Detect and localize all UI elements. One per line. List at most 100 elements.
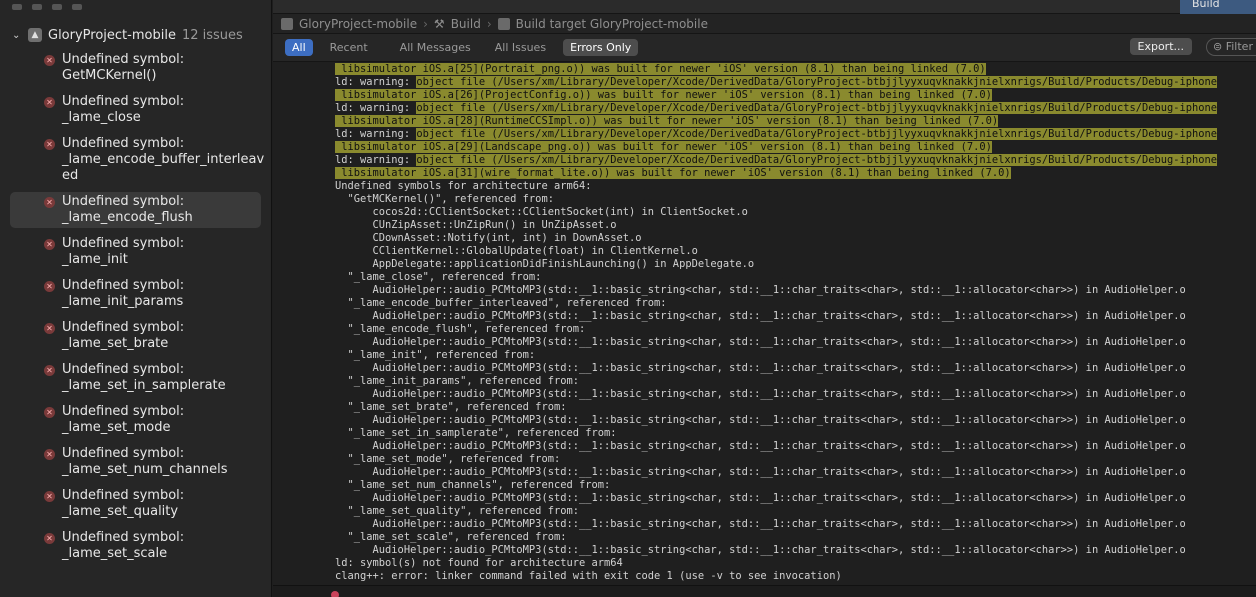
next-issue-strip bbox=[273, 585, 1256, 597]
build-log[interactable]: libsimulator iOS.a[25](Portrait_png.o)) … bbox=[273, 63, 1256, 585]
log-line: libsimulator iOS.a[26](ProjectConfig.o))… bbox=[335, 89, 1256, 102]
log-line: CDownAsset::Notify(int, int) in DownAsse… bbox=[335, 232, 1256, 245]
log-line: clang++: error: linker command failed wi… bbox=[335, 570, 1256, 583]
log-text: AudioHelper::audio_PCMtoMP3(std::__1::ba… bbox=[335, 518, 1186, 530]
issue-label: Undefined symbol: _lame_init bbox=[52, 236, 253, 268]
issue-label-line: Undefined symbol: bbox=[62, 278, 185, 293]
log-line: ld: symbol(s) not found for architecture… bbox=[335, 557, 1256, 570]
issue-label-line: _lame_set_brate bbox=[62, 336, 169, 351]
issue-item[interactable]: ✕ Undefined symbol: _lame_set_quality bbox=[10, 486, 261, 522]
issue-label-line: Undefined symbol: bbox=[62, 362, 185, 377]
log-highlight: object file (/Users/xm/Library/Developer… bbox=[416, 154, 1218, 166]
breadcrumb-build[interactable]: Build bbox=[451, 17, 481, 31]
issue-list: ✕ Undefined symbol: GetMCKernel() ✕ Undefine… bbox=[0, 50, 271, 564]
issue-label-line: _lame_set_num_channels bbox=[62, 462, 228, 477]
error-x-icon: ✕ bbox=[44, 491, 55, 502]
log-text: "_lame_encode_flush", referenced from: bbox=[335, 323, 586, 335]
error-x-icon: ✕ bbox=[44, 55, 55, 66]
log-line: AudioHelper::audio_PCMtoMP3(std::__1::ba… bbox=[335, 466, 1256, 479]
issue-item[interactable]: ✕ Undefined symbol: _lame_set_num_channels bbox=[10, 444, 261, 480]
issue-item[interactable]: ✕ Undefined symbol: _lame_close bbox=[10, 92, 261, 128]
log-text: AudioHelper::audio_PCMtoMP3(std::__1::ba… bbox=[335, 284, 1186, 296]
log-text: libsimulator iOS.a[25](Portrait_png.o)) … bbox=[335, 63, 986, 75]
issue-label-line: Undefined symbol: bbox=[62, 320, 185, 335]
issue-label-line: _lame_encode_buffer_interleav bbox=[62, 152, 265, 167]
filter-input[interactable]: ⊜ Filter bbox=[1206, 38, 1256, 56]
log-line: AppDelegate::applicationDidFinishLaunchi… bbox=[335, 258, 1256, 271]
log-line: "_lame_set_quality", referenced from: bbox=[335, 505, 1256, 518]
log-line: AudioHelper::audio_PCMtoMP3(std::__1::ba… bbox=[335, 544, 1256, 557]
issue-label-line: Undefined symbol: bbox=[62, 94, 185, 109]
log-text: AudioHelper::audio_PCMtoMP3(std::__1::ba… bbox=[335, 336, 1186, 348]
error-x-icon: ✕ bbox=[44, 365, 55, 376]
navigator-tool-icon[interactable] bbox=[72, 4, 82, 10]
log-line: "_lame_encode_flush", referenced from: bbox=[335, 323, 1256, 336]
error-x-icon: ✕ bbox=[44, 323, 55, 334]
issue-item[interactable]: ✕ Undefined symbol: _lame_encode_buffer_in… bbox=[10, 134, 264, 186]
filter-recent-button[interactable]: Recent bbox=[323, 39, 375, 56]
project-icon: ▲ bbox=[28, 28, 42, 42]
breadcrumb-separator: › bbox=[423, 16, 428, 31]
log-text: AudioHelper::audio_PCMtoMP3(std::__1::ba… bbox=[335, 310, 1186, 322]
target-icon bbox=[497, 17, 510, 30]
issue-item[interactable]: ✕ Undefined symbol: _lame_set_mode bbox=[10, 402, 261, 438]
log-text: AudioHelper::audio_PCMtoMP3(std::__1::ba… bbox=[335, 362, 1186, 374]
tab-build-active[interactable]: Build bbox=[1180, 0, 1256, 14]
log-line: ld: warning: object file (/Users/xm/Libr… bbox=[335, 76, 1256, 89]
log-text: CClientKernel::GlobalUpdate(float) in Cl… bbox=[335, 245, 698, 257]
log-text: libsimulator iOS.a[28](RuntimeCCSImpl.o)… bbox=[335, 115, 999, 127]
issue-navigator: ⌄ ▲ GloryProject-mobile 12 issues ✕ Undef… bbox=[0, 0, 272, 597]
project-name: GloryProject-mobile bbox=[48, 27, 176, 43]
issue-label: Undefined symbol: _lame_encode_flush bbox=[52, 194, 193, 226]
error-x-icon: ✕ bbox=[44, 239, 55, 250]
log-line: libsimulator iOS.a[31](wire_format_lite.… bbox=[335, 167, 1256, 180]
issue-item[interactable]: ✕ Undefined symbol: _lame_set_in_samplerat… bbox=[10, 360, 261, 396]
breadcrumb-project[interactable]: GloryProject-mobile bbox=[299, 17, 417, 31]
issue-item[interactable]: ✕ Undefined symbol: _lame_init_params bbox=[10, 276, 261, 312]
filter-all-button[interactable]: All bbox=[285, 39, 313, 56]
navigator-tool-icon[interactable] bbox=[12, 4, 22, 10]
log-text: "_lame_encode_buffer_interleaved", refer… bbox=[335, 297, 667, 309]
log-text: "GetMCKernel()", referenced from: bbox=[335, 193, 554, 205]
issue-label: Undefined symbol: _lame_set_in_samplerate bbox=[52, 362, 226, 394]
issue-item[interactable]: ✕ Undefined symbol: _lame_set_scale bbox=[10, 528, 261, 564]
issue-item[interactable]: ✕ Undefined symbol: _lame_encode_flush bbox=[10, 192, 261, 228]
issue-label: Undefined symbol: _lame_encode_buffer_int… bbox=[52, 136, 264, 184]
log-text: "_lame_set_quality", referenced from: bbox=[335, 505, 579, 517]
navigator-tool-icon[interactable] bbox=[32, 4, 42, 10]
breadcrumb-separator: › bbox=[486, 16, 492, 31]
export-button[interactable]: Export... bbox=[1129, 38, 1192, 55]
log-text: libsimulator iOS.a[29](Landscape_png.o))… bbox=[335, 141, 992, 153]
issue-label-line: _lame_encode_flush bbox=[62, 210, 193, 225]
log-line: AudioHelper::audio_PCMtoMP3(std::__1::ba… bbox=[335, 492, 1256, 505]
project-row[interactable]: ⌄ ▲ GloryProject-mobile 12 issues bbox=[0, 24, 271, 46]
filter-all-issues-button[interactable]: All Issues bbox=[488, 39, 553, 56]
issue-label-line: _lame_set_in_samplerate bbox=[62, 378, 226, 393]
log-text: "_lame_set_in_samplerate", referenced fr… bbox=[335, 427, 617, 439]
filter-errors-only-button[interactable]: Errors Only bbox=[563, 39, 639, 56]
issue-item[interactable]: ✕ Undefined symbol: _lame_set_brate bbox=[10, 318, 261, 354]
breadcrumb-target[interactable]: Build target GloryProject-mobile bbox=[516, 17, 708, 31]
log-line: "_lame_set_in_samplerate", referenced fr… bbox=[335, 427, 1256, 440]
log-text: AudioHelper::audio_PCMtoMP3(std::__1::ba… bbox=[335, 440, 1186, 452]
issue-item[interactable]: ✕ Undefined symbol: _lame_init bbox=[10, 234, 261, 270]
issue-label-line: _lame_set_quality bbox=[62, 504, 179, 519]
navigator-tool-icon[interactable] bbox=[52, 4, 62, 10]
issue-label-line: Undefined symbol: bbox=[62, 530, 185, 545]
error-icon bbox=[331, 591, 339, 597]
log-text: "_lame_set_brate", referenced from: bbox=[335, 401, 567, 413]
filter-all-messages-button[interactable]: All Messages bbox=[393, 39, 478, 56]
chevron-down-icon[interactable]: ⌄ bbox=[12, 30, 24, 41]
issue-label-line: Undefined symbol: bbox=[62, 488, 185, 503]
log-text: "_lame_set_mode", referenced from: bbox=[335, 453, 561, 465]
log-line: "_lame_set_num_channels", referenced fro… bbox=[335, 479, 1256, 492]
log-text: CDownAsset::Notify(int, int) in DownAsse… bbox=[335, 232, 642, 244]
issue-label: Undefined symbol: _lame_set_quality bbox=[52, 488, 184, 520]
issue-item[interactable]: ✕ Undefined symbol: GetMCKernel() bbox=[10, 50, 261, 86]
log-line: "_lame_set_brate", referenced from: bbox=[335, 401, 1256, 414]
log-text: Undefined symbols for architecture arm64… bbox=[335, 180, 592, 192]
issue-label-line: Undefined symbol: bbox=[62, 404, 185, 419]
log-text: libsimulator iOS.a[26](ProjectConfig.o))… bbox=[335, 89, 992, 101]
issue-label-line: _lame_set_scale bbox=[62, 546, 168, 561]
log-text: AppDelegate::applicationDidFinishLaunchi… bbox=[335, 258, 755, 270]
